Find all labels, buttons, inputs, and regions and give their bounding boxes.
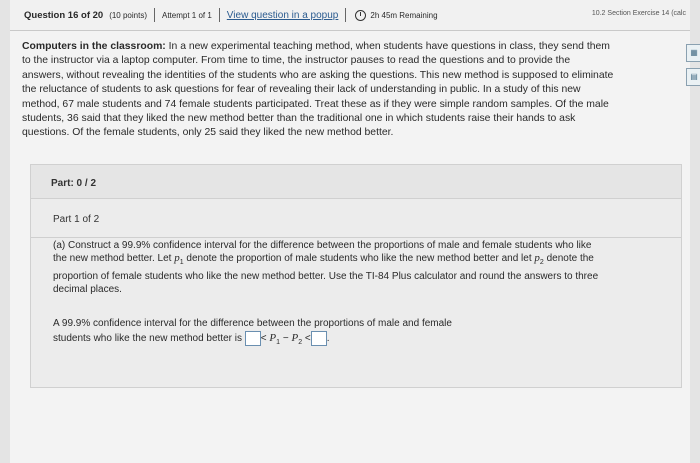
attempt-counter: Attempt 1 of 1 [161,10,212,20]
time-remaining: 2h 45m Remaining [370,10,438,20]
answer-prompt: A 99.9% confidence interval for the diff… [53,318,452,329]
problem-line: to the instructor via a laptop computer.… [22,55,571,67]
problem-statement: Computers in the classroom: In a new exp… [22,40,682,141]
view-popup-link[interactable]: View question in a popup [227,10,339,21]
problem-line: In a new experimental teaching method, w… [168,41,610,52]
lower-bound-input[interactable] [244,331,261,346]
part-title: Part 1 of 2 [53,214,100,225]
question-header: Question 16 of 20 (10 points) Attempt 1 … [10,0,690,31]
instruction-line: (a) Construct a 99.9% confidence interva… [53,240,592,251]
part-divider [31,237,681,238]
part-a-instructions: (a) Construct a 99.9% confidence interva… [53,239,671,296]
problem-line: students, 36 said that they liked the ne… [22,113,576,125]
upper-bound-input[interactable] [310,331,327,346]
problem-line: the reluctance of students to ask questi… [22,84,581,96]
question-points: (10 points) [109,10,147,20]
side-toolbar: ▦ ▤ [686,44,700,92]
part-status-panel: Part: 0 / 2 [30,164,682,202]
answer-area: A 99.9% confidence interval for the diff… [53,317,453,350]
header-divider [153,8,155,22]
part-status: Part: 0 / 2 [51,178,97,189]
clock-icon [355,9,367,21]
table-icon[interactable]: ▤ [686,68,700,86]
question-page: Question 16 of 20 (10 points) Attempt 1 … [10,0,690,463]
problem-line: answers, without revealing the identitie… [22,69,614,81]
part-panel: Part 1 of 2 (a) Construct a 99.9% confid… [30,198,682,388]
header-divider [218,8,220,22]
problem-line: method, 67 male students and 74 female s… [22,98,609,110]
header-divider [345,8,347,22]
problem-title: Computers in the classroom: [22,41,166,52]
section-label: 10.2 Section Exercise 14 (calc [591,10,686,17]
instruction-line: the new method better. Let p1 denote the… [53,252,594,267]
calculator-icon[interactable]: ▦ [686,44,700,62]
question-number: Question 16 of 20 [24,9,104,21]
instruction-line: proportion of female students who like t… [53,270,599,282]
answer-row: students who like the new method better … [53,331,330,347]
instruction-line: decimal places. [53,283,122,295]
problem-line: questions. Of the female students, only … [22,127,394,139]
